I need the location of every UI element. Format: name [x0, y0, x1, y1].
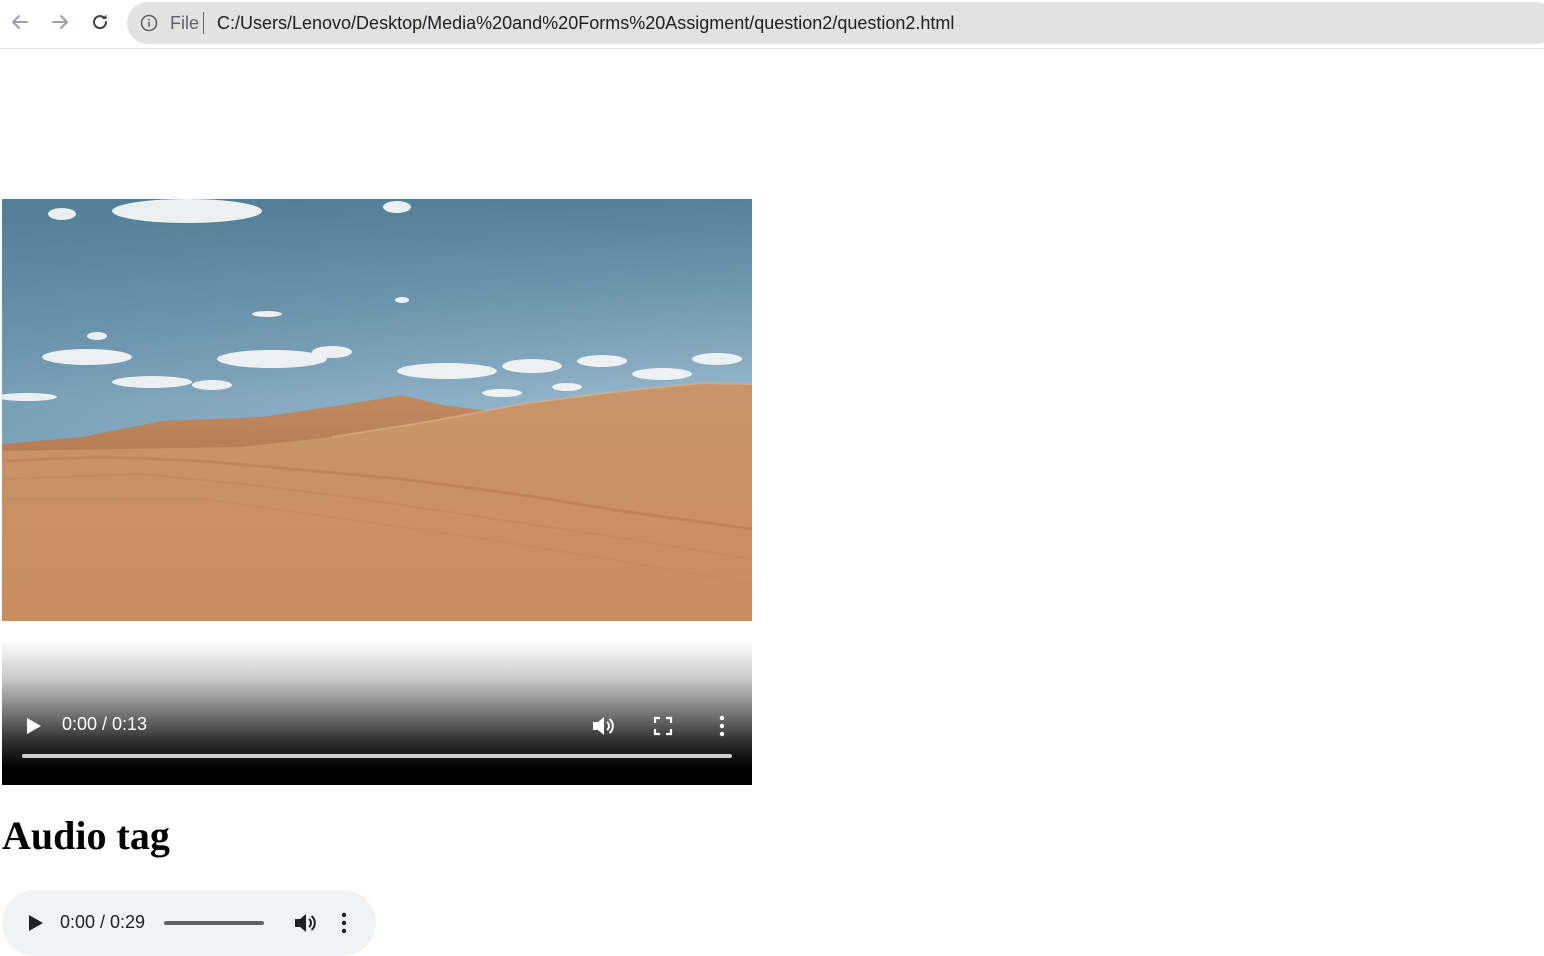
volume-icon[interactable]: [292, 910, 318, 936]
page-heading: Audio tag: [2, 813, 170, 858]
address-separator: [203, 12, 204, 34]
more-options-icon[interactable]: [710, 713, 734, 739]
video-player[interactable]: 0:00 / 0:13: [2, 199, 752, 785]
forward-arrow-icon: [52, 15, 68, 29]
url-text[interactable]: C:/Users/Lenovo/Desktop/Media%20and%20Fo…: [217, 13, 954, 34]
info-icon[interactable]: [140, 14, 158, 32]
volume-icon[interactable]: [590, 713, 616, 739]
reload-icon: [93, 14, 108, 30]
play-icon[interactable]: [24, 912, 46, 934]
play-icon[interactable]: [22, 715, 44, 737]
back-button[interactable]: [6, 8, 34, 36]
more-options-icon[interactable]: [333, 910, 355, 936]
audio-time: 0:00 / 0:29: [60, 912, 146, 932]
url-scheme-label: File: [170, 13, 200, 33]
forward-button[interactable]: [46, 8, 74, 36]
video-progress-bar[interactable]: [22, 754, 732, 758]
reload-button[interactable]: [86, 8, 114, 36]
video-frame-desert[interactable]: [2, 199, 752, 621]
browser-toolbar: File C:/Users/Lenovo/Desktop/Media%20and…: [0, 0, 1544, 49]
video-time: 0:00 / 0:13: [62, 714, 148, 734]
back-arrow-icon: [12, 15, 28, 29]
audio-progress-bar[interactable]: [164, 921, 264, 925]
fullscreen-icon[interactable]: [651, 714, 675, 738]
video-controls: 0:00 / 0:13: [2, 621, 752, 785]
audio-player[interactable]: 0:00 / 0:29: [2, 890, 376, 956]
address-bar[interactable]: File C:/Users/Lenovo/Desktop/Media%20and…: [127, 2, 1544, 44]
